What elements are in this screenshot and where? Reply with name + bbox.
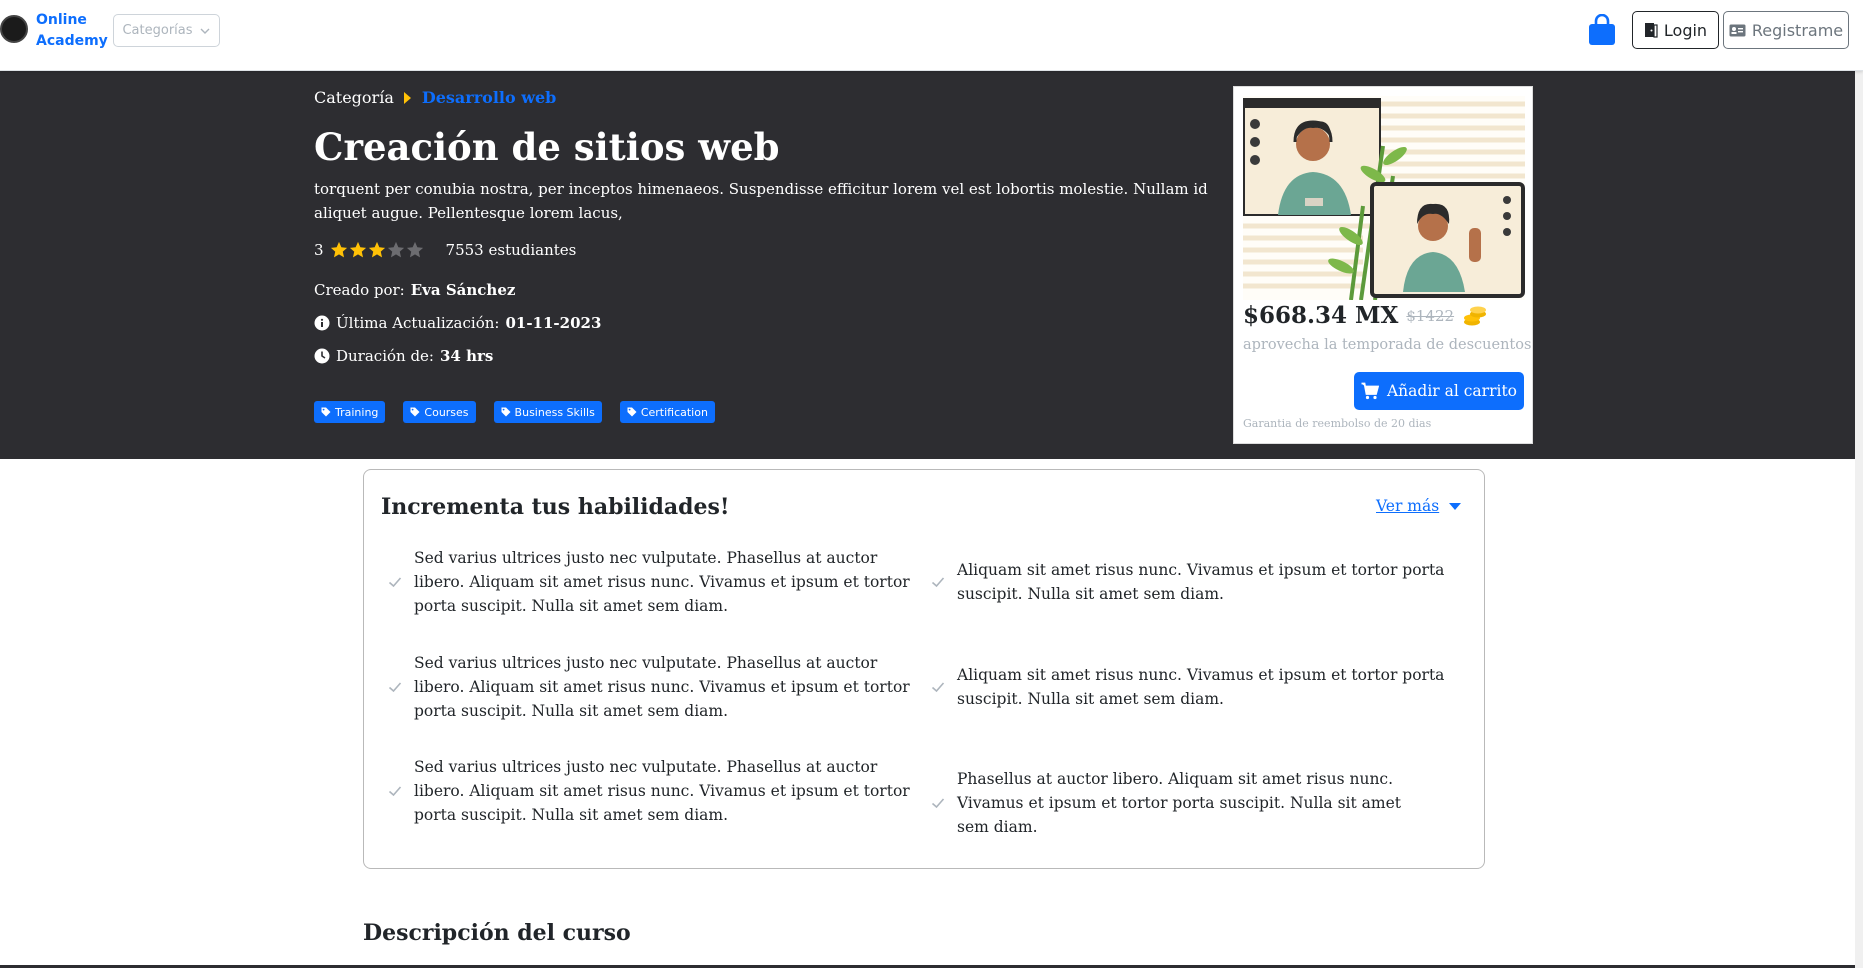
check-icon [388,786,402,797]
breadcrumb: Categoría Desarrollo web [314,88,556,107]
skill-text: Sed varius ultrices justo nec vulputate.… [414,549,910,615]
price-card: $668.34 MX $1422 aprovecha la temporada … [1233,86,1533,444]
description-heading: Descripción del curso [363,920,631,946]
star-icon [368,241,385,258]
tag-label: Certification [640,405,708,419]
tag-icon [321,407,331,417]
course-title: Creación de sitios web [314,125,780,169]
tag-icon [501,407,511,417]
skill-item: Aliquam sit amet risus nunc. Vivamus et … [931,663,1461,711]
tag-certification[interactable]: Certification [619,401,715,423]
skill-item: Aliquam sit amet risus nunc. Vivamus et … [931,558,1461,606]
skill-item: Sed varius ultrices justo nec vulputate.… [388,546,913,618]
tag-label: Business Skills [514,405,595,419]
register-button[interactable]: Registrame [1723,11,1849,49]
check-icon [388,682,402,693]
skill-text: Phasellus at auctor libero. Aliquam sit … [957,770,1401,836]
cart-icon [1361,382,1379,400]
check-icon [931,682,945,693]
breadcrumb-root: Categoría [314,88,394,107]
duration: Duración de: 34 hrs [314,347,493,365]
skill-item: Sed varius ultrices justo nec vulputate.… [388,755,913,827]
login-button[interactable]: Login [1632,11,1719,49]
course-hero: Categoría Desarrollo web Creación de sit… [0,71,1855,459]
tag-training[interactable]: Training [314,401,386,423]
door-icon [1644,23,1658,38]
created-by: Creado por: Eva Sánchez [314,281,515,299]
login-label: Login [1663,20,1708,40]
rating-stars [330,241,424,259]
caret-down-icon [1449,502,1462,510]
categories-label: Categorías [122,23,193,38]
last-updated: Última Actualización: 01-11-2023 [314,314,601,332]
discount-note: aprovecha la temporada de descuentos [1243,337,1532,353]
tag-label: Courses [424,405,469,419]
chevron-down-icon [200,28,210,34]
see-more-label: Ver más [1376,497,1440,515]
rating-value: 3 [314,241,324,259]
skills-title: Incrementa tus habilidades! [381,494,730,520]
star-icon [349,241,366,258]
course-description: torquent per conubia nostra, per incepto… [314,180,1208,222]
id-card-icon [1729,24,1746,36]
tag-icon [410,407,420,417]
refund-guarantee: Garantia de reembolso de 20 dias [1243,417,1432,430]
tag-label: Training [335,405,379,419]
logo-avatar[interactable] [0,15,28,43]
skill-text: Aliquam sit amet risus nunc. Vivamus et … [957,666,1445,708]
created-by-label: Creado por: [314,281,405,299]
check-icon [931,577,945,588]
original-price: $1422 [1406,306,1455,325]
skill-item: Phasellus at auctor libero. Aliquam sit … [931,767,1431,839]
duration-value: 34 hrs [440,347,494,365]
navbar: Online Academy Categorías Login Registra… [0,0,1863,71]
breadcrumb-category-link[interactable]: Desarrollo web [422,88,557,107]
price-row: $668.34 MX $1422 [1243,302,1488,329]
current-price: $668.34 MX [1243,302,1399,329]
students-count: 7553 estudiantes [445,241,577,259]
categories-dropdown[interactable]: Categorías [113,14,220,47]
rating-row: 3 7553 estudiantes [314,241,576,259]
caret-right-icon [403,91,411,104]
star-icon [330,241,347,258]
skill-item: Sed varius ultrices justo nec vulputate.… [388,651,913,723]
see-more-link[interactable]: Ver más [1376,497,1462,515]
skill-text: Sed varius ultrices justo nec vulputate.… [414,758,910,824]
updated-label: Última Actualización: [336,314,500,332]
star-icon [387,241,404,258]
course-illustration [1243,96,1525,300]
updated-date: 01-11-2023 [505,314,602,332]
coins-icon [1464,306,1487,325]
info-circle-icon [314,315,330,331]
check-icon [931,798,945,809]
skills-card: Incrementa tus habilidades! Ver más Sed … [363,469,1485,869]
page-scrollbar[interactable] [1855,71,1863,968]
skill-text: Aliquam sit amet risus nunc. Vivamus et … [957,561,1445,603]
add-to-cart-button[interactable]: Añadir al carrito [1354,372,1524,410]
brand-name[interactable]: Online Academy [36,10,112,52]
skill-text: Sed varius ultrices justo nec vulputate.… [414,654,910,720]
instructor-name: Eva Sánchez [410,281,516,299]
shopping-bag-icon[interactable] [1588,14,1616,46]
add-to-cart-label: Añadir al carrito [1386,382,1518,400]
duration-label: Duración de: [336,347,434,365]
tag-courses[interactable]: Courses [403,401,476,423]
star-icon [406,241,423,258]
tag-business-skills[interactable]: Business Skills [493,401,602,423]
tag-list: Training Courses Business Skills Certifi… [314,401,715,423]
tag-icon [627,407,637,417]
clock-icon [314,348,330,364]
check-icon [388,577,402,588]
register-label: Registrame [1751,20,1844,40]
